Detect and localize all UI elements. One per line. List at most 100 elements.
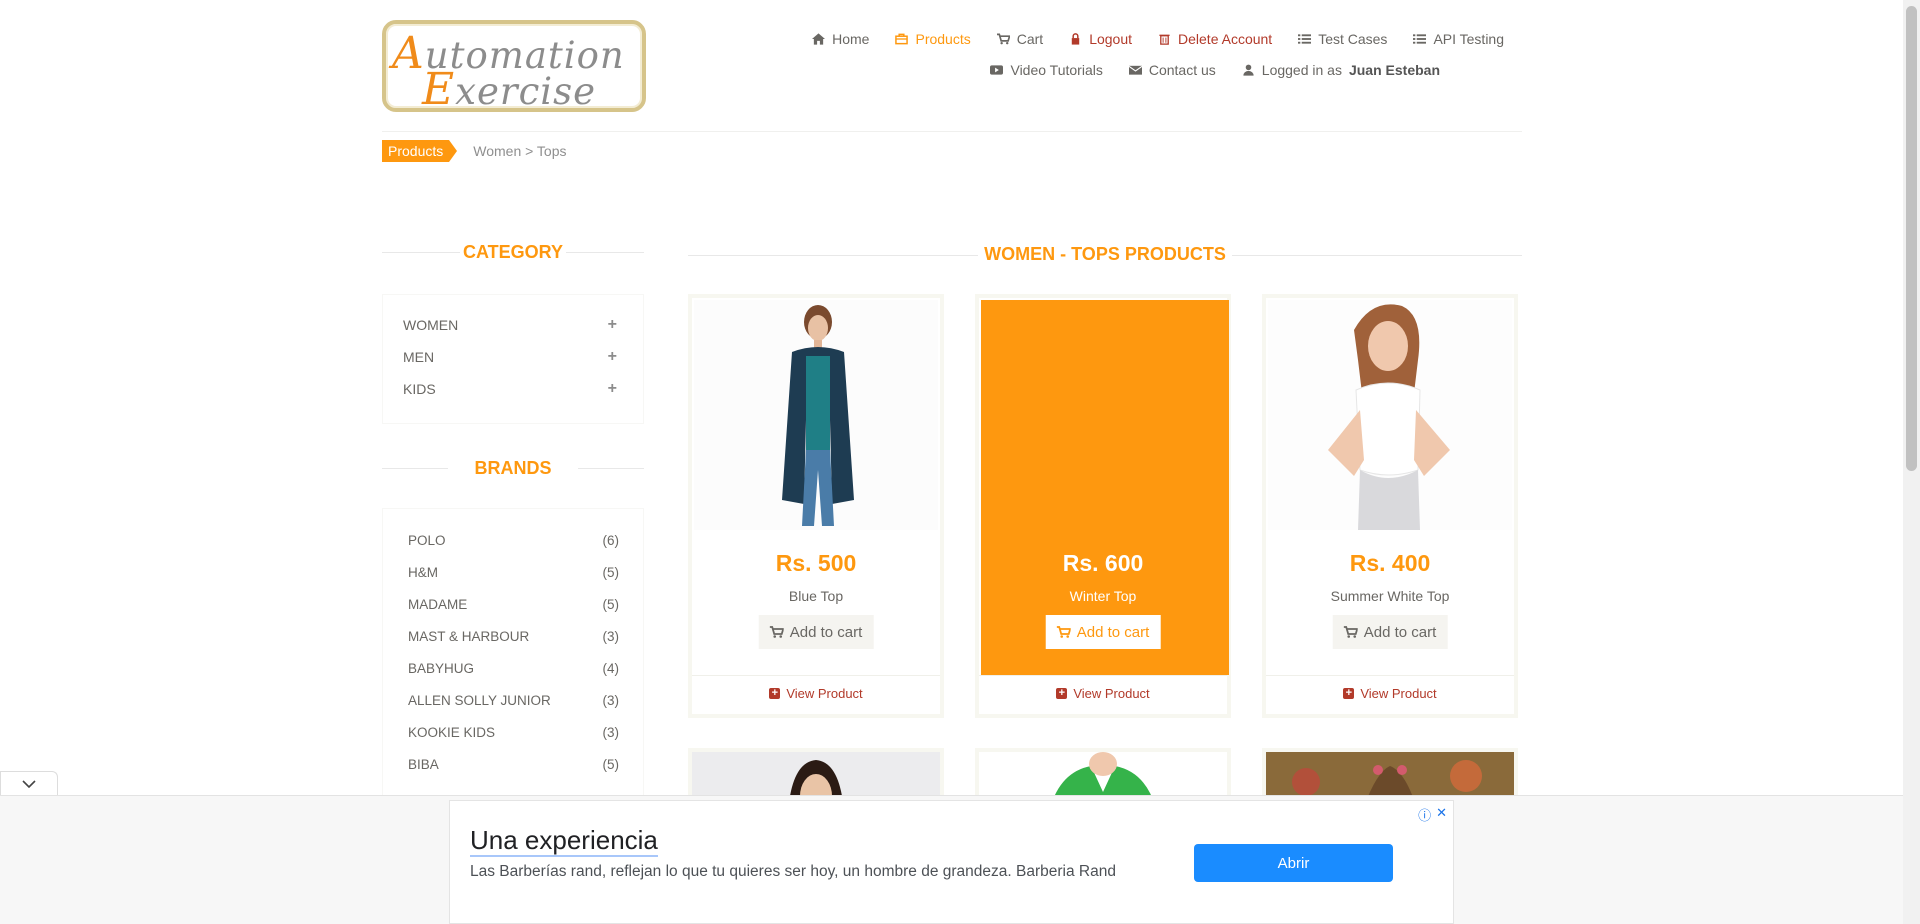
list-icon [1298, 34, 1312, 44]
nav-test-cases-label: Test Cases [1318, 31, 1388, 47]
plus-square-icon: + [1343, 688, 1355, 699]
envelope-icon [1128, 65, 1142, 75]
product-price: Rs. 400 [1349, 550, 1431, 576]
category-men[interactable]: MEN + [383, 341, 643, 373]
product-price: Rs. 600 [1062, 550, 1144, 576]
nav-logout-label: Logout [1089, 31, 1133, 47]
category-women-label: WOMEN [403, 317, 459, 333]
add-to-cart-label: Add to cart [1076, 623, 1150, 641]
cart-icon [769, 626, 784, 638]
brand-label: MADAME [408, 596, 468, 612]
view-product-link[interactable]: + View Product [1266, 686, 1514, 701]
nav-products-label: Products [915, 31, 971, 47]
category-kids-label: KIDS [403, 381, 436, 397]
category-kids[interactable]: KIDS + [383, 373, 643, 405]
logged-in-label: Logged in as [1261, 62, 1342, 78]
brand-count: (5) [602, 564, 620, 580]
home-icon [812, 33, 826, 45]
nav-products[interactable]: Products [895, 31, 971, 47]
nav-contact-us[interactable]: Contact us [1128, 62, 1216, 78]
vertical-scrollbar[interactable] [1903, 0, 1920, 924]
view-product-link[interactable]: + View Product [979, 686, 1227, 701]
nav-logout[interactable]: Logout [1069, 31, 1132, 47]
product-name: Winter Top [1069, 588, 1137, 604]
youtube-play-icon [990, 65, 1004, 75]
brand-madame[interactable]: MADAME (5) [383, 588, 643, 620]
brand-label: BIBA [408, 756, 439, 772]
product-card: Rs. 600 Winter Top Add to cart + View Pr… [975, 294, 1231, 718]
cart-icon [996, 33, 1010, 45]
shopping-bag-icon [895, 33, 909, 45]
product-name: Summer White Top [1330, 588, 1450, 604]
nav-home[interactable]: Home [812, 31, 869, 47]
nav-api-testing[interactable]: API Testing [1413, 31, 1504, 47]
brands-title: BRANDS [382, 458, 644, 479]
brand-mast-harbour[interactable]: MAST & HARBOUR (3) [383, 620, 643, 652]
scrollbar-thumb[interactable] [1906, 6, 1917, 471]
brand-polo[interactable]: POLO (6) [383, 524, 643, 556]
site-logo[interactable]: Automation Exercise [382, 20, 646, 115]
view-product-link[interactable]: + View Product [692, 686, 940, 701]
nav-delete-account[interactable]: Delete Account [1158, 31, 1272, 47]
brand-babyhug[interactable]: BABYHUG (4) [383, 652, 643, 684]
category-women[interactable]: WOMEN + [383, 309, 643, 341]
main-nav: Home Products Cart Logout Delete Account… [812, 31, 1504, 47]
user-icon [1243, 64, 1254, 76]
brand-allen-solly-junior[interactable]: ALLEN SOLLY JUNIOR (3) [383, 684, 643, 716]
list-icon [1413, 34, 1427, 44]
brand-count: (3) [602, 628, 620, 644]
product-image [694, 300, 938, 530]
brand-hm[interactable]: H&M (5) [383, 556, 643, 588]
lock-icon [1071, 33, 1080, 45]
ad-controls: ⓘ ✕ [1418, 805, 1447, 824]
category-men-label: MEN [403, 349, 435, 365]
cart-icon [1343, 626, 1358, 638]
cart-icon [1056, 626, 1071, 638]
category-panel: WOMEN + MEN + KIDS + [382, 294, 644, 424]
plus-square-icon: + [1056, 688, 1068, 699]
view-product-label: View Product [786, 686, 863, 701]
plus-square-icon: + [769, 688, 781, 699]
card-divider [1266, 675, 1514, 676]
product-card: Rs. 500 Blue Top Add to cart + View Prod… [688, 294, 944, 718]
plus-icon[interactable]: + [608, 348, 617, 366]
card-divider [979, 675, 1227, 676]
products-section-title: WOMEN - TOPS PRODUCTS [688, 244, 1522, 265]
add-to-cart-button[interactable]: Add to cart [1045, 615, 1161, 649]
info-icon[interactable]: ⓘ [1418, 805, 1431, 824]
brands-panel: POLO (6) H&M (5) MADAME (5) MAST & HARBOUR (… [382, 508, 644, 798]
add-to-cart-button[interactable]: Add to cart [1332, 615, 1448, 649]
plus-icon[interactable]: + [608, 380, 617, 398]
secondary-nav: Video Tutorials Contact us Logged in as … [990, 62, 1440, 78]
add-to-cart-button[interactable]: Add to cart [758, 615, 874, 649]
trash-icon [1159, 34, 1170, 45]
ad-title[interactable]: Una experiencia [470, 825, 658, 857]
brand-count: (5) [602, 596, 620, 612]
nav-logged-in-as[interactable]: Logged in as Juan Esteban [1242, 62, 1440, 78]
ad-open-button[interactable]: Abrir [1194, 844, 1393, 882]
product-price: Rs. 500 [775, 550, 857, 576]
nav-video-tutorials-label: Video Tutorials [1010, 62, 1103, 78]
logo-letter-a: A [392, 28, 425, 79]
nav-home-label: Home [832, 31, 870, 47]
product-card: Rs. 400 Summer White Top Add to cart + V… [1262, 294, 1518, 718]
brand-kookie-kids[interactable]: KOOKIE KIDS (3) [383, 716, 643, 748]
nav-video-tutorials[interactable]: Video Tutorials [990, 62, 1103, 78]
product-image [1268, 300, 1512, 530]
nav-cart[interactable]: Cart [996, 31, 1043, 47]
close-icon[interactable]: ✕ [1436, 805, 1447, 824]
ad-banner[interactable]: ⓘ ✕ Una experiencia Las Barberías rand, … [449, 800, 1454, 924]
breadcrumb: Products Women > Tops [382, 140, 567, 162]
plus-icon[interactable]: + [608, 316, 617, 334]
logo-text-exercise: xercise [455, 70, 597, 113]
nav-test-cases[interactable]: Test Cases [1298, 31, 1387, 47]
ad-collapse-toggle[interactable] [0, 771, 58, 795]
category-title: CATEGORY [382, 242, 644, 263]
breadcrumb-path: Women > Tops [473, 143, 567, 159]
brand-label: BABYHUG [408, 660, 475, 676]
nav-delete-account-label: Delete Account [1178, 31, 1273, 47]
logo-letter-e: E [422, 64, 456, 115]
brand-biba[interactable]: BIBA (5) [383, 748, 643, 780]
ad-description: Las Barberías rand, reflejan lo que tu q… [470, 863, 1116, 880]
username: Juan Esteban [1348, 62, 1440, 78]
